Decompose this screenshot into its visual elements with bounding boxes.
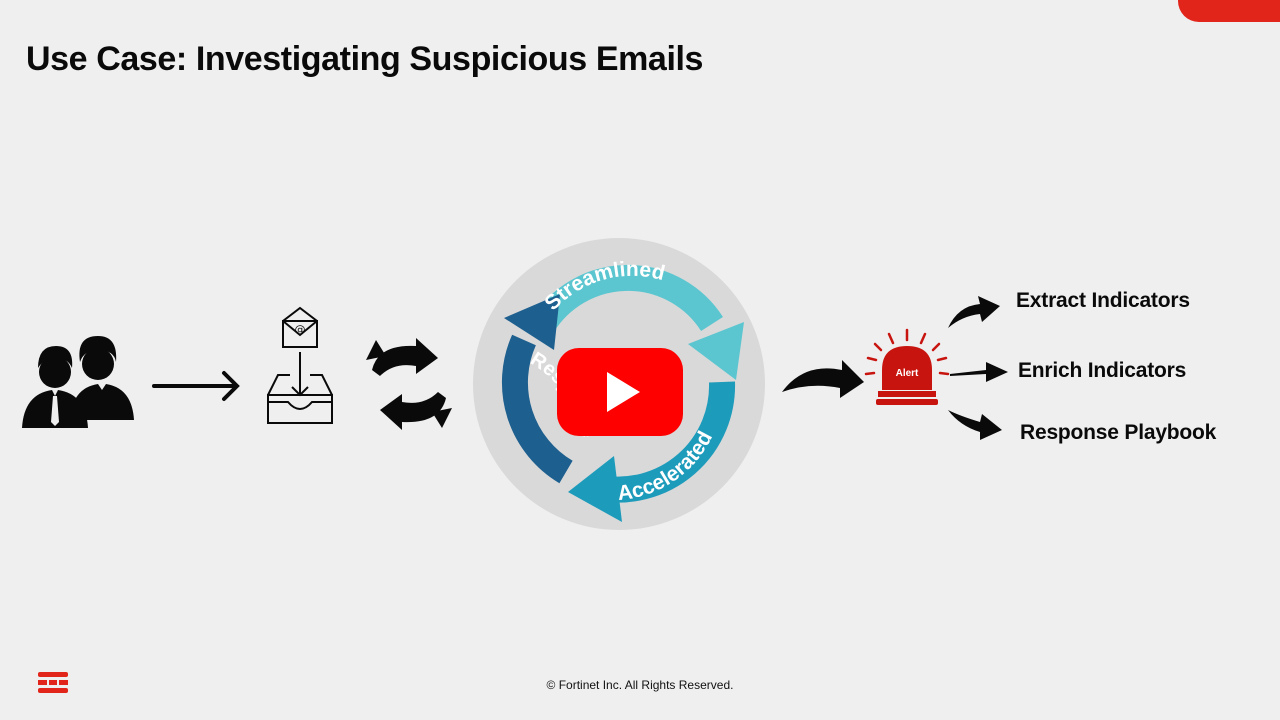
play-button-icon[interactable] [557, 348, 683, 436]
alert-label: Alert [896, 368, 919, 379]
alert-siren-icon: Alert [864, 328, 950, 405]
arrow-to-alert-icon [782, 360, 864, 398]
exchange-arrows-icon [366, 338, 452, 430]
outcome-arrow-2-icon [950, 362, 1008, 382]
users-icon [22, 336, 134, 428]
outcome-arrow-1-icon [948, 296, 1000, 328]
inbox-email-icon: @ [267, 306, 333, 424]
outcome-extract-indicators: Extract Indicators [1016, 289, 1190, 312]
outcome-enrich-indicators: Enrich Indicators [1018, 359, 1187, 382]
footer-copyright: © Fortinet Inc. All Rights Reserved. [546, 678, 734, 692]
arrow-right-icon [152, 371, 240, 401]
slide: Use Case: Investigating Suspicious Email… [0, 0, 1280, 720]
svg-text:@: @ [295, 323, 306, 336]
outcome-arrow-3-icon [948, 410, 1002, 440]
outcome-response-playbook: Response Playbook [1020, 421, 1217, 444]
